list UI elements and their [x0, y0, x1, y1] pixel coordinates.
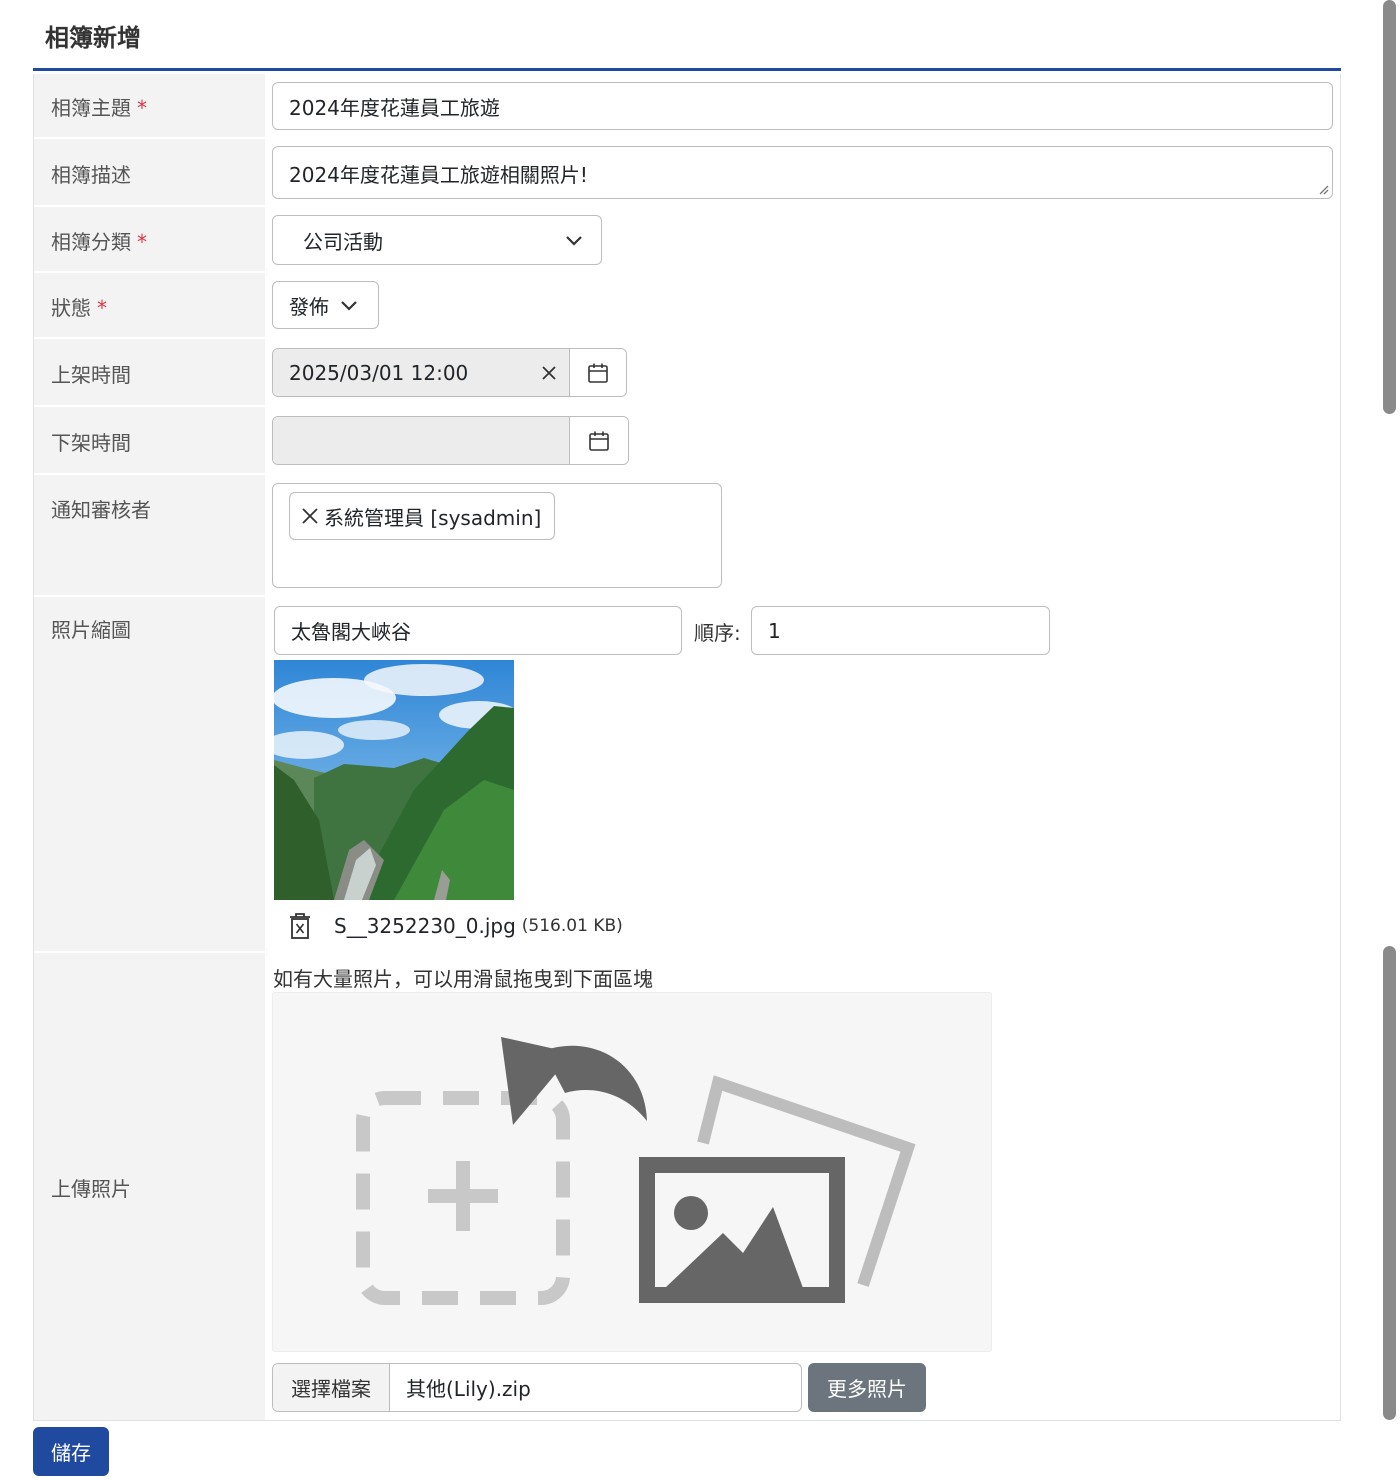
calendar-button[interactable]: [569, 349, 626, 396]
publish-time-input[interactable]: 2025/03/01 12:00: [273, 349, 529, 396]
reviewer-tag: 系統管理員 [sysadmin]: [289, 492, 556, 540]
row-divider: [34, 405, 265, 407]
row-divider: [34, 271, 265, 273]
description-label: 相簿描述: [51, 163, 131, 187]
order-input[interactable]: 1: [751, 606, 1050, 655]
calendar-button[interactable]: [569, 417, 628, 464]
unpublish-time-picker: [272, 416, 629, 465]
row-divider: [34, 595, 265, 597]
chevron-down-icon: [566, 236, 582, 246]
scrollbar-thumb[interactable]: [1383, 946, 1396, 1420]
category-value: 公司活動: [303, 229, 383, 254]
more-photos-button[interactable]: 更多照片: [808, 1363, 926, 1412]
category-select[interactable]: 公司活動: [272, 215, 602, 265]
reviewer-tag-label: 系統管理員 [sysadmin]: [324, 505, 542, 530]
close-icon[interactable]: [300, 506, 320, 526]
calendar-icon: [589, 431, 609, 451]
subject-value: 2024年度花蓮員工旅遊: [289, 95, 500, 120]
order-value: 1: [768, 618, 781, 643]
trash-icon[interactable]: [288, 912, 312, 940]
row-divider: [34, 951, 265, 953]
subject-input[interactable]: 2024年度花蓮員工旅遊: [272, 82, 1333, 130]
publish-time-picker: 2025/03/01 12:00: [272, 348, 627, 397]
file-size: (516.01 KB): [521, 916, 623, 936]
publish-time-value: 2025/03/01 12:00: [289, 360, 469, 385]
file-name: S__3252230_0.jpg: [334, 914, 516, 938]
drag-drop-zone[interactable]: [272, 992, 992, 1352]
photo-caption-value: 太魯閣大峽谷: [291, 620, 411, 644]
file-input[interactable]: 選擇檔案 其他(Lily).zip: [272, 1363, 802, 1412]
choose-file-button[interactable]: 選擇檔案: [273, 1364, 390, 1411]
row-divider: [34, 137, 265, 139]
chosen-file-name: 其他(Lily).zip: [406, 1377, 531, 1401]
required-mark: *: [137, 96, 147, 120]
close-icon: [542, 365, 556, 380]
unpublish-time-input[interactable]: [273, 417, 569, 464]
status-value: 發佈: [289, 294, 329, 319]
calendar-icon: [588, 363, 608, 383]
description-textarea[interactable]: 2024年度花蓮員工旅遊相關照片!: [272, 146, 1333, 199]
row-divider: [34, 473, 265, 475]
status-select[interactable]: 發佈: [272, 281, 379, 329]
row-divider: [34, 337, 265, 339]
attached-file: S__3252230_0.jpg (516.01 KB): [288, 910, 623, 942]
upload-hint: 如有大量照片，可以用滑鼠拖曳到下面區塊: [273, 967, 653, 991]
unpublish-time-label: 下架時間: [51, 431, 131, 455]
title-divider: [33, 68, 1341, 71]
chevron-down-icon: [341, 301, 357, 311]
page-title: 相簿新增: [45, 24, 141, 52]
row-divider: [34, 205, 265, 207]
description-value: 2024年度花蓮員工旅遊相關照片!: [289, 163, 588, 187]
resize-handle-icon[interactable]: [1317, 183, 1329, 195]
drag-drop-upload-icon: [356, 1037, 916, 1305]
reviewers-label: 通知審核者: [51, 498, 151, 522]
order-label: 順序:: [694, 621, 741, 645]
scrollbar-thumb[interactable]: [1383, 0, 1396, 414]
clear-button[interactable]: [529, 349, 569, 396]
publish-time-label: 上架時間: [51, 363, 131, 387]
reviewers-multiselect[interactable]: 系統管理員 [sysadmin]: [272, 483, 722, 588]
subject-label: 相簿主題 *: [51, 96, 147, 120]
status-label: 狀態 *: [51, 296, 107, 320]
photo-thumbnail: [274, 660, 514, 900]
photo-caption-input[interactable]: 太魯閣大峽谷: [274, 606, 682, 655]
required-mark: *: [137, 230, 147, 254]
thumbnail-label: 照片縮圖: [51, 618, 131, 642]
upload-label: 上傳照片: [51, 1177, 131, 1201]
category-label: 相簿分類 *: [51, 230, 147, 254]
required-mark: *: [97, 296, 107, 320]
save-button[interactable]: 儲存: [33, 1427, 109, 1476]
